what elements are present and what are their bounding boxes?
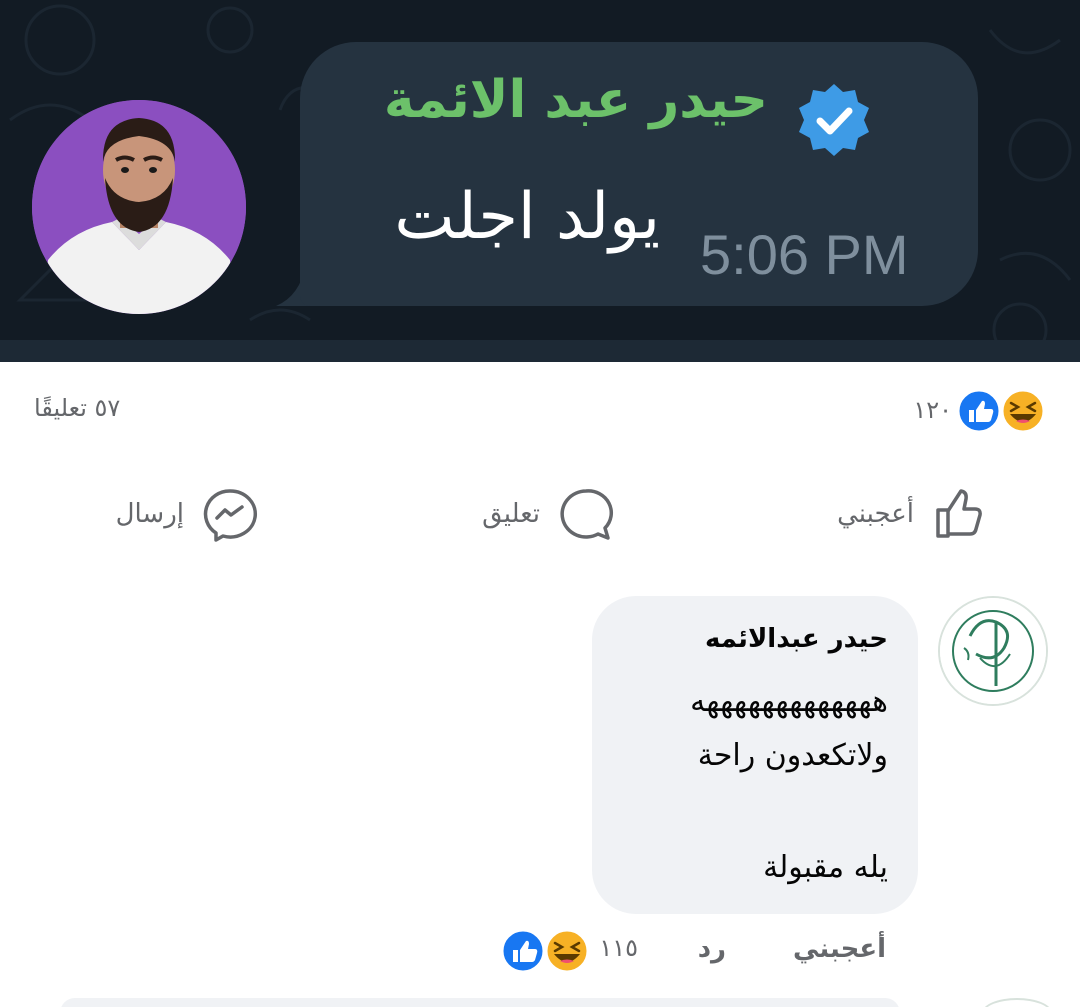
comment-text-line: هههههههههههههه [690, 684, 888, 719]
like-reaction-icon [956, 388, 1002, 434]
send-button[interactable]: إرسال [116, 484, 258, 544]
telegram-bottom-strip [0, 340, 1080, 362]
messenger-icon [202, 486, 258, 542]
post-reaction-icons[interactable] [956, 388, 1048, 434]
comment-button[interactable]: تعليق [482, 484, 614, 544]
verified-badge-icon [799, 84, 869, 156]
comment-like-button[interactable]: أعجبني [793, 934, 886, 964]
like-label: أعجبني [837, 499, 914, 529]
comment-reply-button[interactable]: رد [698, 934, 726, 964]
comment-author[interactable]: حيدر عبدالائمه [705, 624, 888, 654]
sender-name: حيدر عبد الائمة [383, 70, 768, 130]
haha-reaction-icon [1000, 388, 1046, 434]
reactions-count[interactable]: ١٢٠ [913, 396, 952, 424]
thumbs-up-icon [932, 486, 988, 542]
message-text: يولد اجلت [394, 180, 660, 254]
comment-text-line: ولاتكعدون راحة [697, 738, 888, 773]
comment-label: تعليق [482, 499, 540, 529]
sender-avatar [32, 100, 246, 314]
comment-bubble-icon [558, 486, 614, 542]
comment-text-line: يله مقبولة [763, 850, 888, 885]
send-label: إرسال [115, 499, 184, 529]
next-commenter-avatar [982, 998, 1052, 1007]
next-comment-bubble [60, 998, 900, 1007]
comment-reaction-icons[interactable] [500, 928, 592, 974]
comment-actions: أعجبني رد ١١٥ [0, 924, 1080, 984]
comments-count[interactable]: ٥٧ تعليقًا [34, 394, 120, 422]
like-reaction-icon [500, 928, 546, 974]
commenter-avatar[interactable] [938, 596, 1048, 706]
telegram-screenshot: حيدر عبد الائمة يولد اجلت 5:06 PM [0, 0, 1080, 362]
message-time: 5:06 PM [700, 223, 909, 286]
post-actions: أعجبني تعليق إرسال [0, 470, 1080, 560]
post-stats: ١٢٠ ٥٧ تعليقًا [0, 380, 1080, 440]
like-button[interactable]: أعجبني [837, 484, 988, 544]
comment-reactions-count[interactable]: ١١٥ [599, 934, 638, 962]
haha-reaction-icon [544, 928, 590, 974]
